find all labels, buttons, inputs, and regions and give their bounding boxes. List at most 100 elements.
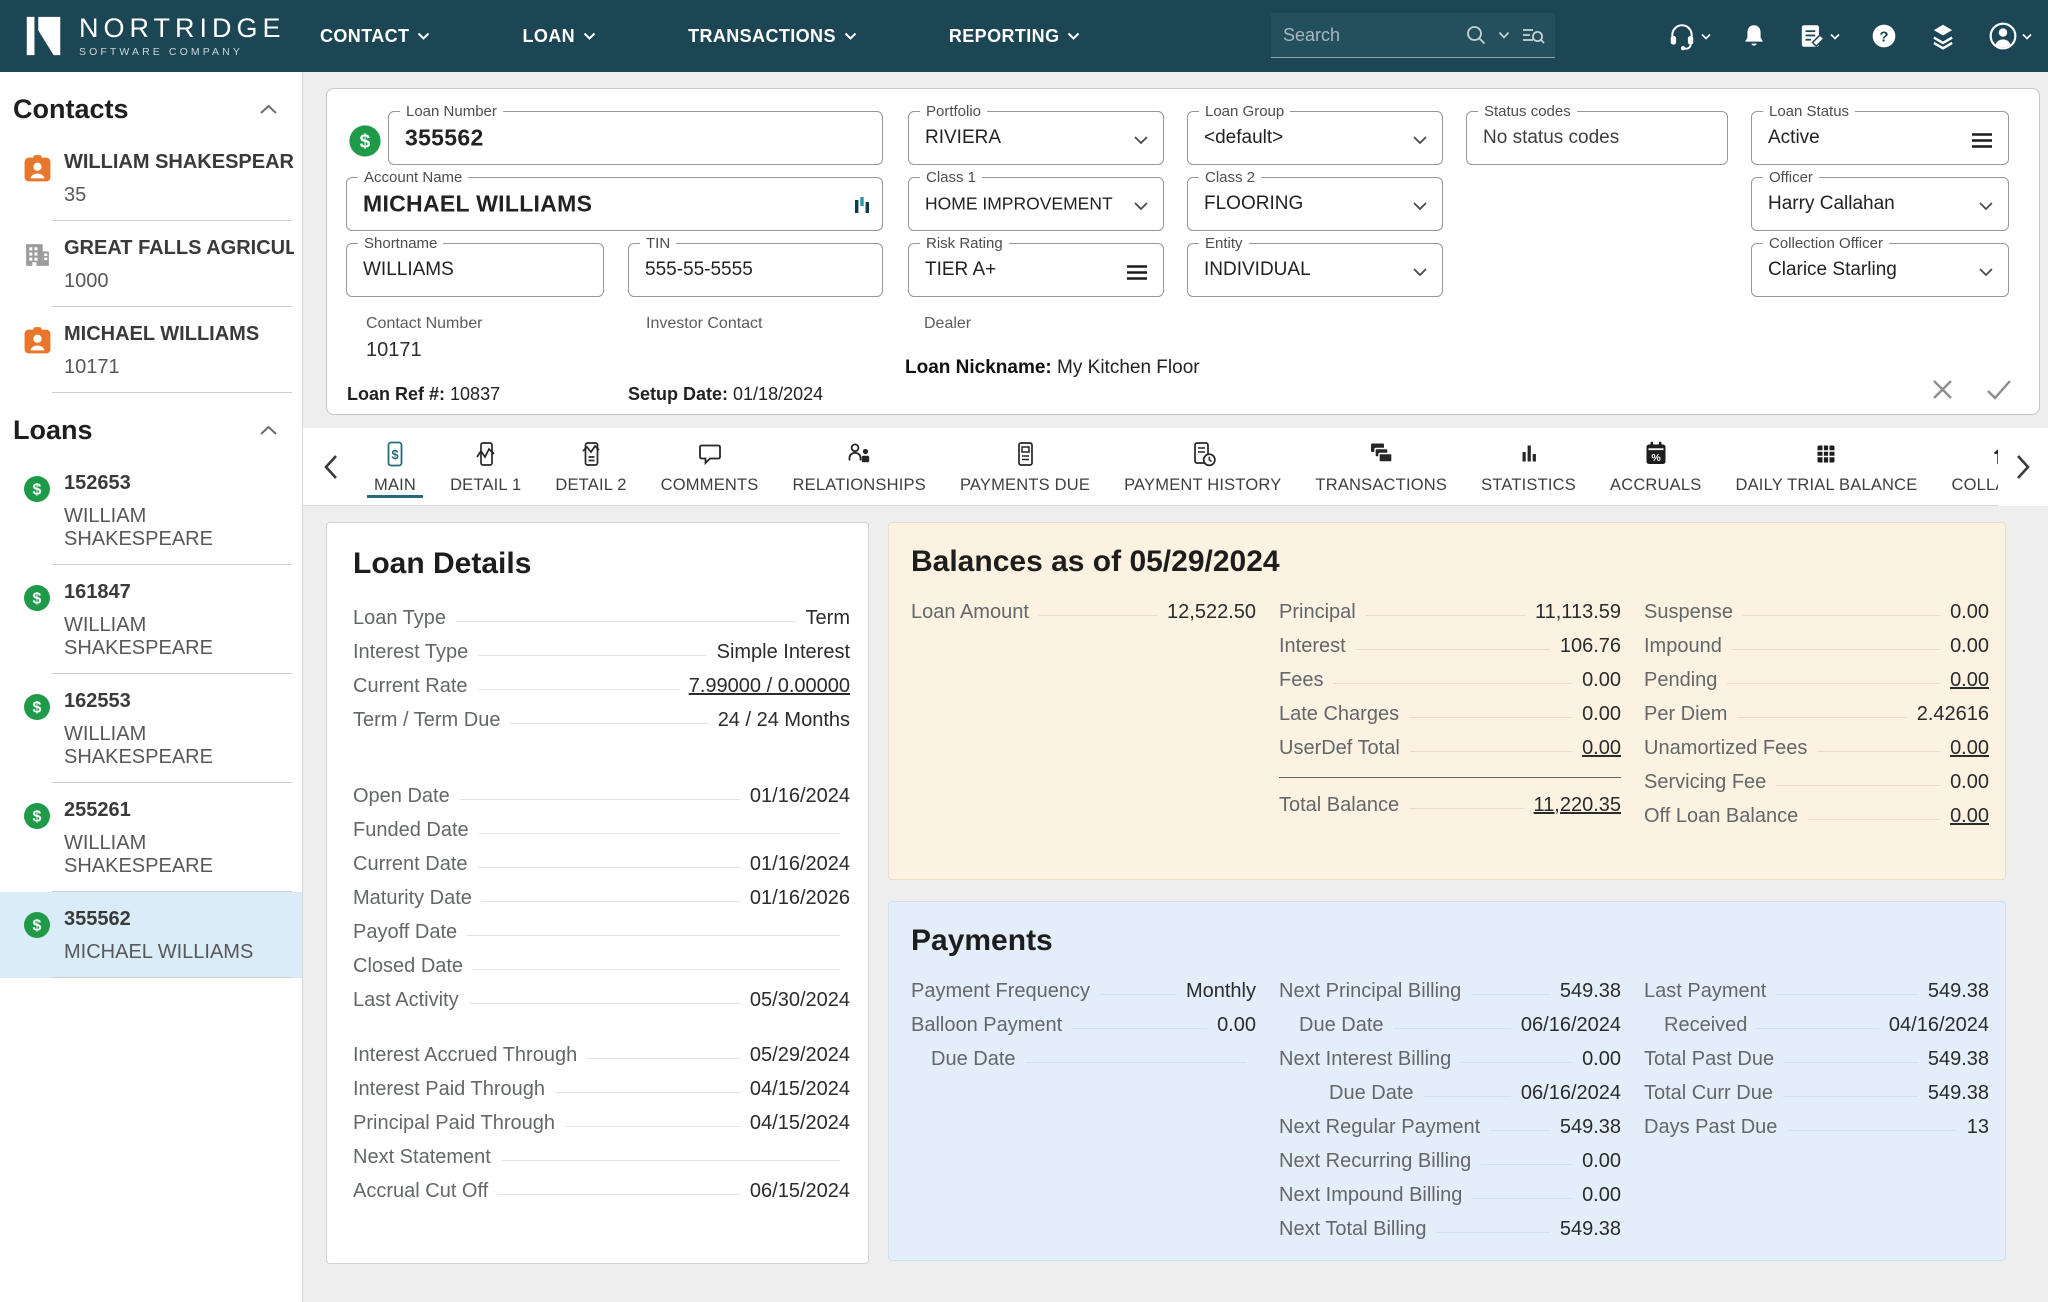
tab-transactions[interactable]: TRANSACTIONS: [1298, 428, 1464, 505]
entity-select[interactable]: Entity INDIVIDUAL: [1187, 243, 1443, 297]
tabs-scroll-left[interactable]: [303, 428, 357, 505]
row-value: 05/30/2024: [750, 989, 850, 1012]
menu-icon[interactable]: [1125, 264, 1149, 281]
detail-row: Interest TypeSimple Interest: [353, 635, 850, 669]
field-label: Loan Status: [1763, 103, 1855, 120]
row-line: [478, 689, 679, 690]
search-scope-chevron-icon[interactable]: [1498, 31, 1510, 40]
officer-select[interactable]: Officer Harry Callahan: [1751, 177, 2009, 231]
loan-status-field[interactable]: Loan Status Active: [1751, 111, 2009, 165]
chevron-down-icon: [1830, 33, 1840, 41]
contact-link-icon[interactable]: [854, 195, 870, 215]
row-line: [1394, 1028, 1511, 1029]
risk-rating-field[interactable]: Risk Rating TIER A+: [908, 243, 1164, 297]
comments-tab-icon: [695, 439, 725, 469]
row-value: 24 / 24 Months: [718, 709, 850, 732]
unamortized-fees-link[interactable]: 0.00: [1950, 737, 1989, 760]
off-loan-balance-link[interactable]: 0.00: [1950, 805, 1989, 828]
contact-item[interactable]: GREAT FALLS AGRICULTURA... 1000: [0, 221, 302, 307]
row-line: [1737, 717, 1906, 718]
row-line: [1784, 1062, 1918, 1063]
tabs-scroll-right[interactable]: [1998, 428, 2048, 506]
tab-payments-due[interactable]: PAYMENTS DUE: [943, 428, 1107, 505]
row-line: [469, 1003, 740, 1004]
row-value: 04/15/2024: [750, 1112, 850, 1135]
menu-icon[interactable]: [1970, 132, 1994, 149]
shortname-field[interactable]: Shortname WILLIAMS: [346, 243, 604, 297]
row-value: 549.38: [1928, 1082, 1989, 1105]
class-1-select[interactable]: Class 1 HOME IMPROVEMENT: [908, 177, 1164, 231]
portfolio-select[interactable]: Portfolio RIVIERA: [908, 111, 1164, 165]
tin-field[interactable]: TIN 555-55-5555: [628, 243, 883, 297]
menu-reporting[interactable]: REPORTING: [949, 26, 1081, 47]
tab-label: PAYMENT HISTORY: [1124, 476, 1281, 495]
row-label: Interest: [1279, 635, 1346, 658]
account-name-field[interactable]: Account Name MICHAEL WILLIAMS: [346, 177, 883, 231]
payment-history-tab-icon: [1188, 439, 1218, 469]
current-rate-link[interactable]: 7.99000 / 0.00000: [689, 675, 850, 698]
loan-dollar-icon: $: [22, 801, 52, 831]
loan-item-selected[interactable]: $ 355562 MICHAEL WILLIAMS: [0, 892, 302, 978]
row-line: [1490, 1130, 1550, 1131]
loans-section-header[interactable]: Loans: [0, 393, 302, 456]
pending-link[interactable]: 0.00: [1950, 669, 1989, 692]
contact-item[interactable]: WILLIAM SHAKESPEARE 35: [0, 135, 302, 221]
menu-label: TRANSACTIONS: [688, 26, 836, 47]
menu-contact[interactable]: CONTACT: [320, 26, 430, 47]
tab-payment-history[interactable]: PAYMENT HISTORY: [1107, 428, 1298, 505]
notifications-bell-icon[interactable]: [1740, 21, 1768, 51]
row-label: Maturity Date: [353, 887, 472, 910]
advanced-search-icon[interactable]: [1521, 24, 1545, 46]
row-label: Off Loan Balance: [1644, 805, 1798, 828]
loan-group-select[interactable]: Loan Group <default>: [1187, 111, 1443, 165]
row-line: [1776, 785, 1940, 786]
support-headset-icon[interactable]: [1666, 21, 1711, 51]
search-input[interactable]: [1281, 24, 1454, 47]
contact-number-value: 10171: [366, 339, 422, 362]
detail-row: Accrual Cut Off06/15/2024: [353, 1174, 850, 1208]
account-icon[interactable]: [1987, 20, 2032, 52]
brand-logo[interactable]: NORTRIDGE SOFTWARE COMPANY: [22, 11, 290, 61]
row-value: 2.42616: [1917, 703, 1989, 726]
userdef-total-link[interactable]: 0.00: [1582, 737, 1621, 760]
menu-transactions[interactable]: TRANSACTIONS: [688, 26, 857, 47]
total-balance-link[interactable]: 11,220.35: [1534, 794, 1622, 817]
field-label: Account Name: [358, 169, 468, 186]
tab-main[interactable]: $ MAIN: [357, 428, 433, 505]
notes-icon[interactable]: [1797, 21, 1840, 51]
row-value: 05/29/2024: [750, 1044, 850, 1067]
loan-nickname-value: My Kitchen Floor: [1057, 357, 1200, 378]
contact-item[interactable]: MICHAEL WILLIAMS 10171: [0, 307, 302, 393]
loan-item[interactable]: $ 161847 WILLIAM SHAKESPEARE: [0, 565, 302, 674]
contacts-section-header[interactable]: Contacts: [0, 72, 302, 135]
detail-row: Current Rate7.99000 / 0.00000: [353, 669, 850, 703]
status-codes-field[interactable]: Status codes No status codes: [1466, 111, 1728, 165]
row-value: 06/16/2024: [1521, 1014, 1621, 1037]
collection-officer-select[interactable]: Collection Officer Clarice Starling: [1751, 243, 2009, 297]
tab-accruals[interactable]: % ACCRUALS: [1593, 428, 1718, 505]
row-label: Servicing Fee: [1644, 771, 1766, 794]
tab-comments[interactable]: COMMENTS: [644, 428, 776, 505]
tab-relationships[interactable]: RELATIONSHIPS: [776, 428, 943, 505]
row-label: Late Charges: [1279, 703, 1399, 726]
tab-daily-trial-balance[interactable]: DAILY TRIAL BALANCE: [1718, 428, 1934, 505]
row-label: Accrual Cut Off: [353, 1180, 488, 1203]
tab-statistics[interactable]: STATISTICS: [1464, 428, 1593, 505]
detail-row: Closed Date: [353, 949, 850, 983]
loan-item[interactable]: $ 152653 WILLIAM SHAKESPEARE: [0, 456, 302, 565]
tab-detail-2[interactable]: DETAIL 2: [538, 428, 643, 505]
search-icon[interactable]: [1465, 24, 1487, 46]
row-line: [1783, 1096, 1918, 1097]
menu-loan[interactable]: LOAN: [522, 26, 596, 47]
row-label: Due Date: [911, 1048, 1016, 1071]
cancel-icon[interactable]: [1930, 377, 1955, 402]
help-icon[interactable]: ?: [1869, 21, 1899, 51]
class-2-select[interactable]: Class 2 FLOORING: [1187, 177, 1443, 231]
loan-item[interactable]: $ 255261 WILLIAM SHAKESPEARE: [0, 783, 302, 892]
loan-item[interactable]: $ 162553 WILLIAM SHAKESPEARE: [0, 674, 302, 783]
tab-detail-1[interactable]: DETAIL 1: [433, 428, 538, 505]
confirm-check-icon[interactable]: [1985, 377, 2013, 402]
layers-icon[interactable]: [1928, 21, 1958, 51]
payment-row: Due Date: [911, 1042, 1256, 1076]
loan-number-field[interactable]: Loan Number 355562: [388, 111, 883, 165]
